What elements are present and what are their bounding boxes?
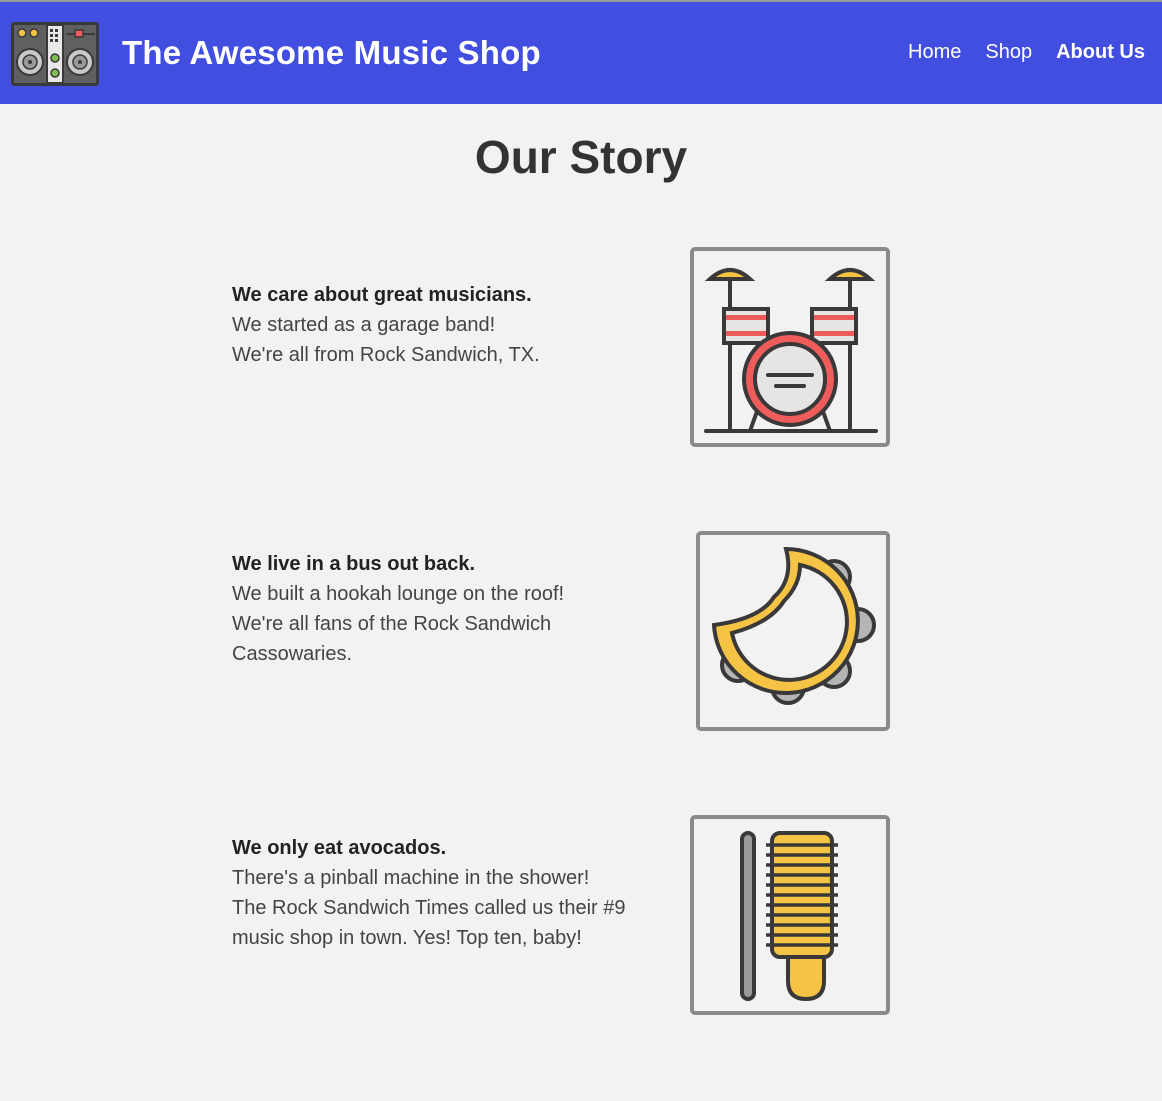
page-title: Our Story <box>474 131 688 183</box>
story-heading: We only eat avocados. <box>232 837 447 859</box>
site-header: The Awesome Music Shop Home Shop About U… <box>0 2 1162 104</box>
story-line: We built a hookah lounge on the roof! <box>232 583 565 605</box>
nav-shop-link[interactable]: Shop <box>985 41 1032 64</box>
site-title[interactable]: The Awesome Music Shop <box>122 34 541 72</box>
guiro-icon <box>690 815 890 1015</box>
story-block-1: We care about great musicians. We starte… <box>232 280 652 370</box>
story-block-3: We only eat avocados. There's a pinball … <box>232 833 652 953</box>
story-block-2: We live in a bus out back. We built a ho… <box>232 549 652 669</box>
story-line: We're all fans of the Rock Sandwich <box>232 613 552 635</box>
story-line: music shop in town. Yes! Top ten, baby! <box>232 927 582 949</box>
nav-home-link[interactable]: Home <box>908 41 961 64</box>
main-nav: Home Shop About Us <box>908 41 1145 64</box>
story-line: We started as a garage band! <box>232 314 496 336</box>
story-heading: We care about great musicians. <box>232 284 532 306</box>
story-heading: We live in a bus out back. <box>232 553 476 575</box>
drum-kit-icon <box>690 247 890 447</box>
dj-mixer-icon[interactable] <box>11 22 99 86</box>
story-line: There's a pinball machine in the shower! <box>232 867 590 889</box>
tambourine-icon <box>696 531 890 731</box>
story-line: The Rock Sandwich Times called us their … <box>232 897 626 919</box>
story-line: Cassowaries. <box>232 643 353 665</box>
nav-about-us-link[interactable]: About Us <box>1056 41 1145 64</box>
story-line: We're all from Rock Sandwich, TX. <box>232 344 540 366</box>
